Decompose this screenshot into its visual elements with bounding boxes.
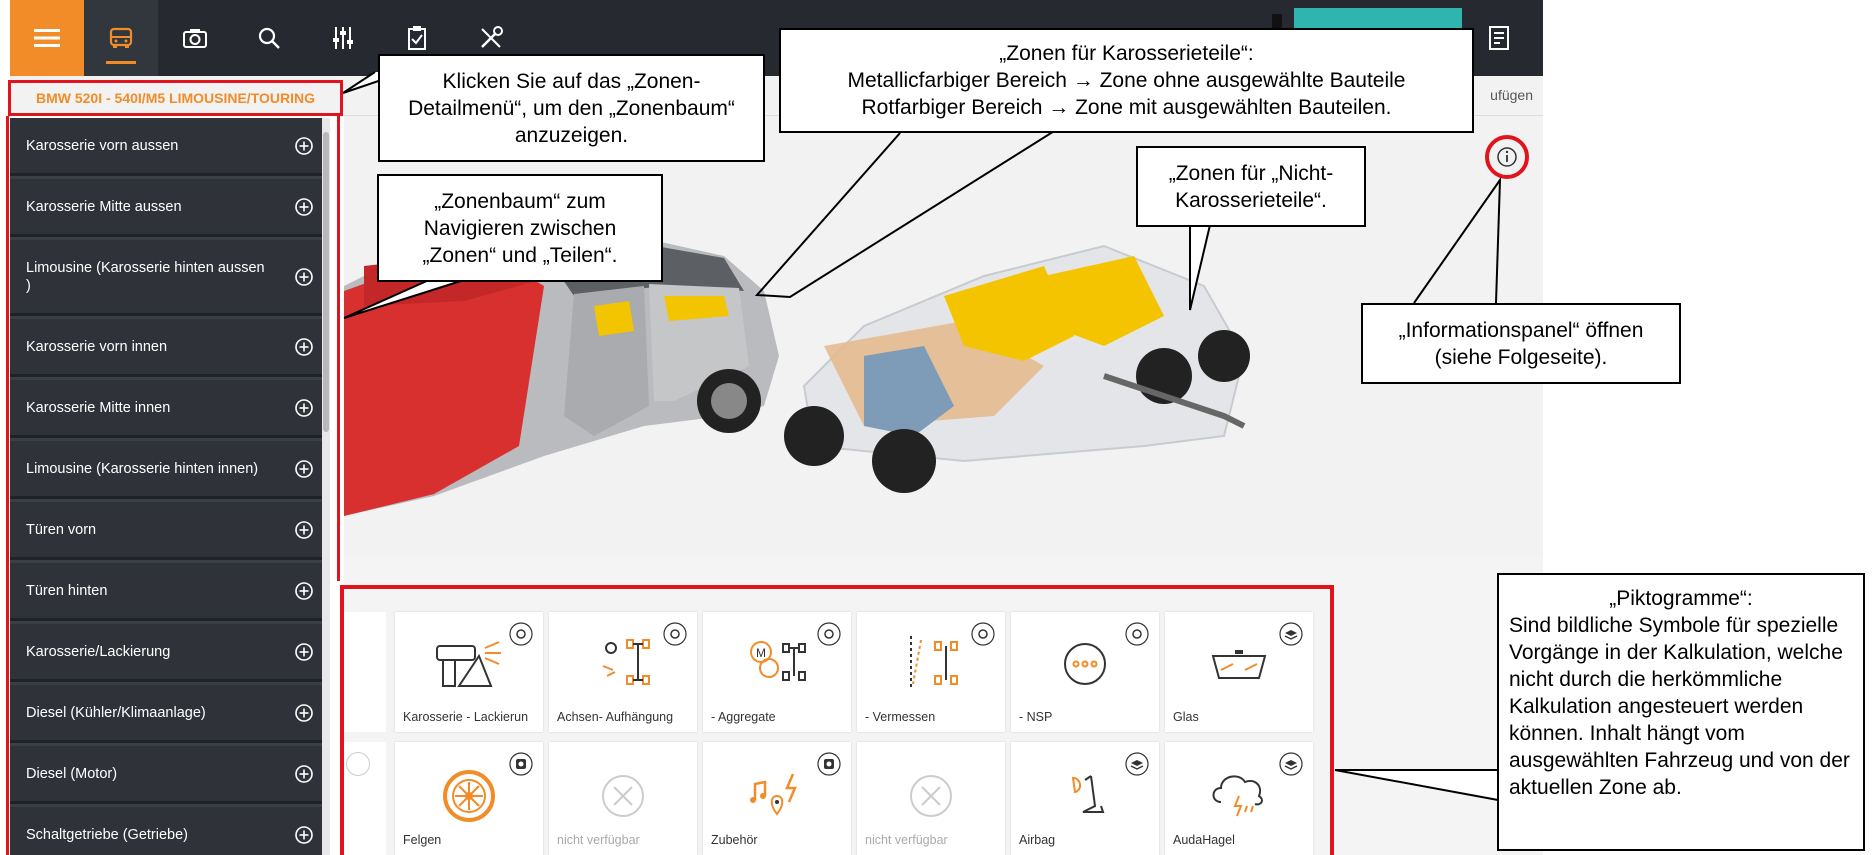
pictogram-highlight-frame [340,585,1334,855]
receipt-icon [1489,26,1509,50]
zone-tree-item-label: Karosserie vorn innen [26,338,168,355]
expand-plus-icon[interactable] [294,825,314,845]
callout-zone-detail-text: Klicken Sie auf das „Zonen-Detailmenü“, … [408,69,735,147]
expand-plus-icon[interactable] [294,520,314,540]
expand-plus-icon[interactable] [294,764,314,784]
expand-plus-icon[interactable] [294,337,314,357]
callout-body-zones-line2: Rotfarbiger Bereich → Zone mit ausgewähl… [861,96,1392,119]
zone-tree-item-label: Diesel (Kühler/Klimaanlage) [26,704,206,721]
zone-tree-item[interactable]: Limousine (Karosserie hinten aussen ) [10,240,328,316]
toolbar-marker [1272,14,1282,28]
sliders-icon [333,27,353,49]
settings-sliders-button[interactable] [306,0,380,76]
zone-tree-item-label: Karosserie Mitte aussen [26,198,182,215]
zone-tree-item-label: Türen vorn [26,521,97,538]
zone-tree-item[interactable]: Schaltgetriebe (Getriebe) [10,807,328,855]
screenshot-stage: ufügen BMW 520I - 540I/M5 LIMOUSINE/TOUR… [0,0,1873,855]
expand-plus-icon[interactable] [294,703,314,723]
info-icon [1497,147,1517,167]
zone-tree-item[interactable]: Karosserie Mitte aussen [10,179,328,237]
zone-tree-item-label: Karosserie/Lackierung [26,643,171,660]
callout-zone-tree-text: „Zonenbaum“ zum Navigieren zwischen „Zon… [422,189,618,267]
search-icon [258,27,280,49]
camera-icon [183,29,207,48]
expand-plus-icon[interactable] [294,642,314,662]
callout-pictograms: „Piktogramme“: Sind bildliche Symbole fü… [1497,573,1865,851]
expand-plus-icon[interactable] [294,581,314,601]
zone-tree-item[interactable]: Limousine (Karosserie hinten innen) [10,441,328,499]
sidebar-highlight-right [337,116,340,581]
callout-body-zones-line1: Metallicfarbiger Bereich → Zone ohne aus… [847,69,1406,92]
zone-tree-item-label: Limousine (Karosserie hinten innen) [26,460,259,477]
zone-tree-item-label: Türen hinten [26,582,108,599]
non-body-zones-car[interactable] [784,244,1250,493]
search-button[interactable] [232,0,306,76]
callout-zone-tree: „Zonenbaum“ zum Navigieren zwischen „Zon… [377,174,663,282]
hamburger-menu-button[interactable] [10,0,84,76]
zone-tree-sidebar: Karosserie vorn aussen Karosserie Mitte … [10,118,328,855]
callout-info-panel: „Informationspanel“ öffnen (siehe Folges… [1361,303,1681,384]
zone-tree-item-label: Limousine (Karosserie hinten aussen ) [26,259,265,294]
sidebar-highlight-left [6,116,9,855]
camera-button[interactable] [158,0,232,76]
callout-body-zones-title: „Zonen für Karosserieteile“: [999,42,1254,65]
zone-tree-item[interactable]: Diesel (Kühler/Klimaanlage) [10,685,328,743]
zone-tree-item[interactable]: Türen hinten [10,563,328,621]
clipboard-check-icon [408,26,426,50]
expand-plus-icon[interactable] [294,136,314,156]
active-tab-underline [106,61,136,64]
zone-tree-item[interactable]: Karosserie vorn innen [10,319,328,377]
zone-tree-item[interactable]: Diesel (Motor) [10,746,328,804]
zone-tree-item-label: Schaltgetriebe (Getriebe) [26,826,188,843]
callout-non-body-zones: „Zonen für „Nicht-Karosserieteile“. [1136,146,1366,227]
zone-tree-item-label: Diesel (Motor) [26,765,118,782]
callout-zone-detail-menu: Klicken Sie auf das „Zonen-Detailmenü“, … [378,54,765,162]
info-panel-button[interactable] [1485,135,1529,179]
callout-body-zones: „Zonen für Karosserieteile“: Metallicfar… [779,28,1474,133]
zone-tree-item-label: Karosserie Mitte innen [26,399,171,416]
hamburger-icon [34,29,60,47]
zone-tree-item[interactable]: Karosserie Mitte innen [10,380,328,438]
zone-tree-item[interactable]: Karosserie/Lackierung [10,624,328,682]
callout-pictograms-body: Sind bildliche Symbole für spezielle Vor… [1509,614,1850,799]
callout-pictograms-title: „Piktogramme“: [1609,587,1753,610]
sidebar-scrollbar-thumb[interactable] [323,132,329,432]
expand-plus-icon[interactable] [294,197,314,217]
expand-plus-icon[interactable] [294,459,314,479]
vehicle-tab-button[interactable] [84,0,158,76]
zone-tree-item-label: Karosserie vorn aussen [26,137,179,154]
zone-tree-item[interactable]: Karosserie vorn aussen [10,118,328,176]
wrench-screwdriver-icon [481,26,503,48]
expand-plus-icon[interactable] [294,267,314,287]
car-front-icon [109,27,133,48]
callout-non-body-zones-text: „Zonen für „Nicht-Karosserieteile“. [1168,161,1334,212]
zone-tree-item[interactable]: Türen vorn [10,502,328,560]
vehicle-title-button[interactable]: BMW 520I - 540I/M5 LIMOUSINE/TOURING [8,80,343,116]
expand-plus-icon[interactable] [294,398,314,418]
add-link[interactable]: ufügen [1490,87,1533,103]
callout-info-panel-text: „Informationspanel“ öffnen (siehe Folges… [1398,318,1644,369]
